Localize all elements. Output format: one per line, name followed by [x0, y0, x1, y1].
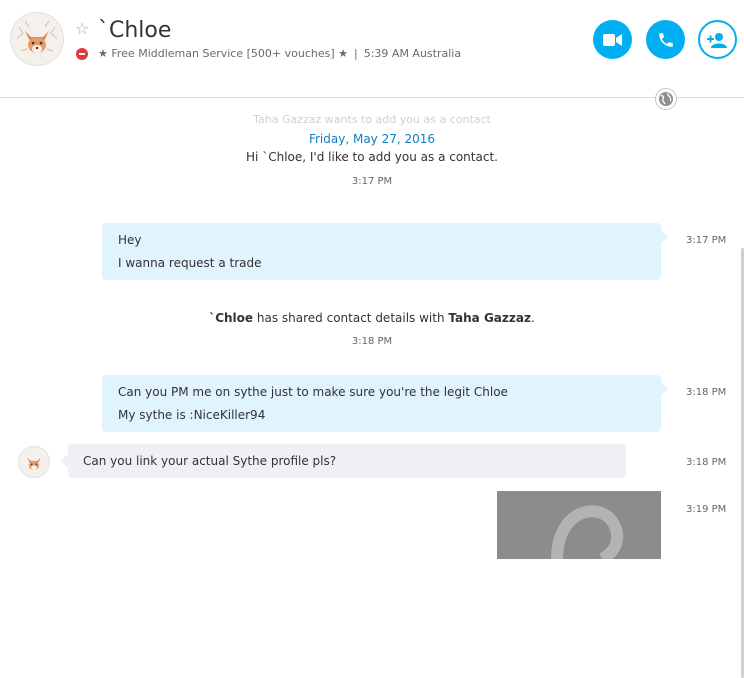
shared-contact-time: 3:18 PM	[351, 336, 393, 347]
date-divider: Friday, May 27, 2016	[308, 132, 436, 146]
message-time: 3:19 PM	[686, 504, 727, 515]
message-line: Can you PM me on sythe just to make sure…	[118, 385, 508, 399]
notice-end: .	[530, 311, 535, 325]
message-line: My sythe is :NiceKiller94	[118, 408, 266, 422]
status-separator: |	[354, 47, 358, 60]
video-camera-icon	[602, 33, 622, 46]
add-contact-icon	[706, 32, 727, 48]
sender-avatar[interactable]	[18, 446, 50, 478]
message-time: 3:18 PM	[686, 457, 727, 468]
message-line: I wanna request a trade	[118, 256, 262, 270]
contact-request-text: Hi `Chloe, I'd like to add you as a cont…	[246, 150, 498, 164]
faded-notification: Taha Gazzaz wants to add you as a contac…	[253, 113, 491, 126]
message-line: Can you link your actual Sythe profile p…	[83, 454, 337, 468]
contact-request-time: 3:17 PM	[351, 176, 393, 187]
message-time: 3:17 PM	[686, 235, 727, 246]
mood-message: ★ Free Middleman Service [500+ vouches] …	[98, 47, 348, 60]
loading-spinner-icon	[551, 505, 624, 559]
recipient-name: Taha Gazzaz	[448, 311, 531, 325]
local-time: 5:39 AM Australia	[363, 47, 462, 60]
favorite-star-icon[interactable]: ☆	[75, 21, 89, 37]
add-participant-button[interactable]	[698, 20, 737, 59]
audio-call-button[interactable]	[646, 20, 685, 59]
incoming-message[interactable]: Can you link your actual Sythe profile p…	[61, 444, 626, 478]
video-call-button[interactable]	[593, 20, 632, 59]
conversation-header: ☆ `Chloe ★ Free Middleman Service [500+ …	[0, 0, 744, 98]
message-time: 3:18 PM	[686, 387, 727, 398]
contact-name: `Chloe	[98, 18, 172, 43]
conversation-history[interactable]: Taha Gazzaz wants to add you as a contac…	[0, 98, 744, 678]
contact-status-row: ★ Free Middleman Service [500+ vouches] …	[76, 46, 461, 62]
message-line: Hey	[118, 233, 142, 247]
contact-avatar[interactable]	[10, 12, 64, 66]
notice-text: has shared contact details with	[253, 311, 449, 325]
do-not-disturb-icon	[76, 48, 88, 60]
shared-contact-notice: `Chloe has shared contact details with T…	[0, 311, 744, 325]
outgoing-message[interactable]: Hey I wanna request a trade	[102, 223, 668, 280]
sender-name: `Chloe	[209, 311, 254, 325]
phone-icon	[658, 32, 673, 47]
image-message[interactable]	[497, 491, 661, 559]
outgoing-message[interactable]: Can you PM me on sythe just to make sure…	[102, 375, 668, 432]
